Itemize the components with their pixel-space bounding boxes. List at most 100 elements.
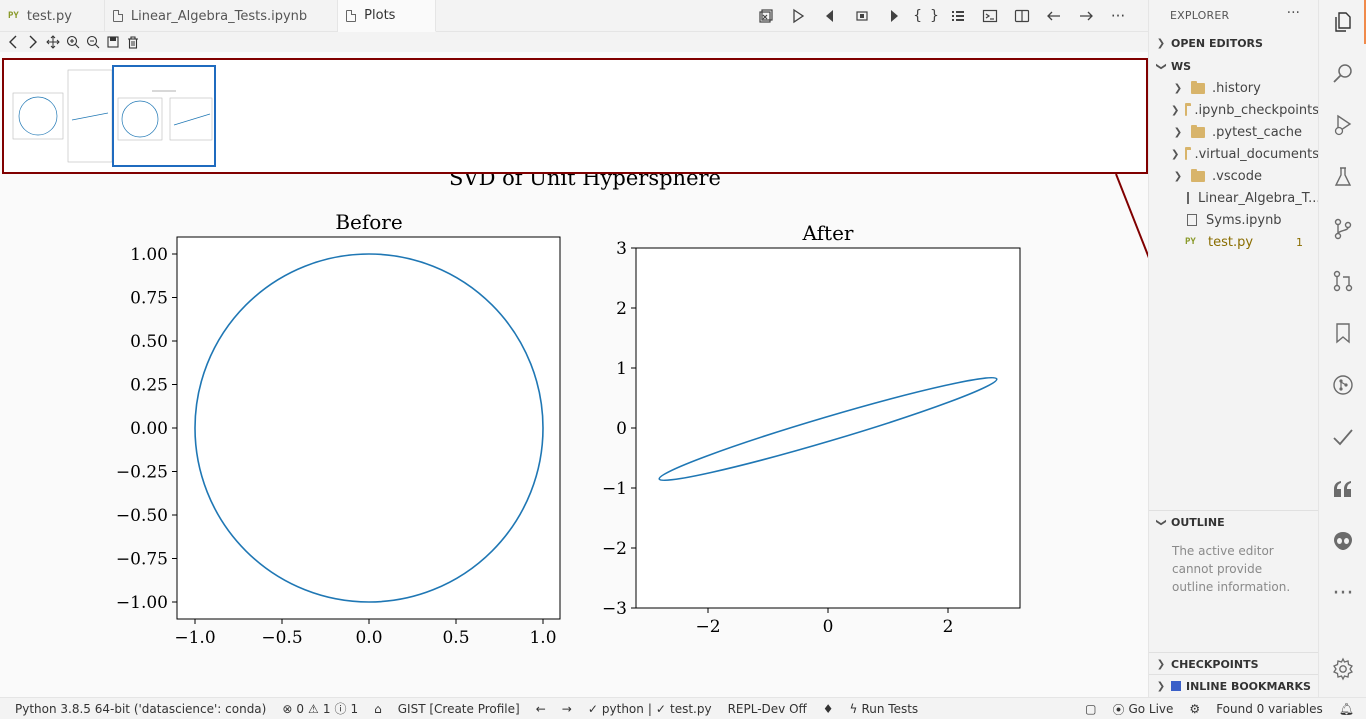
- after-axes: After 3 2 1 0 −1 −2 −3 −2 0 2: [602, 221, 1021, 637]
- next-icon[interactable]: [878, 0, 910, 32]
- tree-item-label: Linear_Algebra_T...: [1198, 190, 1319, 206]
- zoom-in-icon[interactable]: [64, 33, 82, 51]
- plot-thumbnail[interactable]: [10, 65, 113, 167]
- repl-status[interactable]: REPL-Dev Off: [720, 698, 815, 719]
- tab-label: test.py: [26, 8, 72, 24]
- delete-trash-icon[interactable]: [124, 33, 142, 51]
- tree-item-ipynb-checkpoints[interactable]: ❯ .ipynb_checkpoints: [1149, 99, 1319, 121]
- save-icon[interactable]: [104, 33, 122, 51]
- gist-label: GIST [Create Profile]: [397, 701, 520, 716]
- tree-item-test-py[interactable]: PY test.py 1: [1149, 231, 1319, 253]
- more-icon[interactable]: ···: [1319, 571, 1366, 615]
- settings-gear-icon[interactable]: ⚙: [1181, 698, 1208, 719]
- chevron-down-icon: ❯: [1155, 61, 1167, 71]
- run-debug-icon[interactable]: [1319, 103, 1366, 147]
- tree-item-pytest-cache[interactable]: ❯ .pytest_cache: [1149, 121, 1319, 143]
- tab-label: Linear_Algebra_Tests.ipynb: [130, 8, 308, 24]
- chevron-right-icon: ❯: [1173, 82, 1183, 94]
- more-actions-icon[interactable]: ···: [1287, 5, 1300, 21]
- go-back-icon[interactable]: [1038, 0, 1070, 32]
- x-tick-label: −0.5: [261, 628, 302, 648]
- x-tick-label: 0.5: [442, 628, 469, 648]
- tree-item-label: Syms.ipynb: [1206, 212, 1282, 228]
- alien-icon[interactable]: [1319, 519, 1366, 563]
- variables-status[interactable]: Found 0 variables: [1208, 698, 1331, 719]
- outline-empty-message: The active editor cannot provide outline…: [1172, 544, 1291, 594]
- go-forward-icon[interactable]: →: [554, 698, 580, 719]
- tree-item-virtual-documents[interactable]: ❯ .virtual_documents: [1149, 143, 1319, 165]
- go-live-status[interactable]: ⦿ Go Live: [1104, 698, 1181, 719]
- python-interpreter-status[interactable]: Python 3.8.5 64-bit ('datascience': cond…: [0, 698, 274, 719]
- after-plot-frame: [635, 247, 1021, 609]
- file-icon: [346, 9, 357, 22]
- outline-section[interactable]: ❯ OUTLINE: [1149, 511, 1319, 533]
- todo-check-icon[interactable]: [1319, 415, 1366, 459]
- tab-linear-algebra-notebook[interactable]: Linear_Algebra_Tests.ipynb: [105, 0, 339, 32]
- bookmarks-icon[interactable]: [1319, 311, 1366, 355]
- status-bar-right: ▢ ⦿ Go Live ⚙ Found 0 variables 🔔︎: [1077, 698, 1366, 719]
- file-label: test.py: [669, 701, 712, 716]
- stop-icon[interactable]: [846, 0, 878, 32]
- file-icon: [112, 10, 123, 22]
- chevron-right-icon: ❯: [1171, 148, 1180, 160]
- terminal-box-icon[interactable]: ▢: [1077, 698, 1104, 719]
- variables-label: Found 0 variables: [1216, 702, 1323, 716]
- workspace-section[interactable]: ❯ WS: [1149, 55, 1319, 77]
- x-tick-label: −1.0: [174, 628, 215, 648]
- explorer-icon[interactable]: [1319, 0, 1366, 44]
- annotation-arrow-line: [1115, 173, 1148, 259]
- clear-all-icon[interactable]: [750, 0, 782, 32]
- split-editor-icon[interactable]: [1006, 0, 1038, 32]
- tree-item-linear-algebra-notebook[interactable]: Linear_Algebra_T...: [1149, 187, 1319, 209]
- error-icon: ⊗: [282, 701, 293, 716]
- search-icon[interactable]: [1319, 51, 1366, 95]
- chevron-left-icon[interactable]: [4, 33, 22, 51]
- previous-icon[interactable]: [814, 0, 846, 32]
- open-editors-section[interactable]: ❯ OPEN EDITORS: [1149, 32, 1319, 54]
- chevron-right-icon[interactable]: [24, 33, 42, 51]
- folder-icon: [1185, 146, 1192, 160]
- warning-icon: ⚠: [308, 701, 319, 716]
- tab-plots[interactable]: Plots: [338, 0, 437, 32]
- plot-thumbnail-selected[interactable]: [112, 65, 216, 167]
- check-icon: ✓: [655, 701, 666, 716]
- plots-toolbar: [4, 33, 142, 51]
- run-tests-status[interactable]: ϟ Run Tests: [842, 698, 927, 719]
- go-live-label: Go Live: [1128, 702, 1174, 716]
- tree-item-syms-notebook[interactable]: Syms.ipynb: [1149, 209, 1319, 231]
- zoom-out-icon[interactable]: [84, 33, 102, 51]
- notification-bell-icon[interactable]: 🔔︎: [1331, 698, 1366, 719]
- terminal-icon[interactable]: [974, 0, 1006, 32]
- y-tick-label: 1.00: [130, 245, 168, 265]
- chevron-right-icon: ❯: [1156, 658, 1166, 670]
- gist-status[interactable]: GIST [Create Profile]: [390, 698, 528, 719]
- quote-icon[interactable]: [1319, 467, 1366, 511]
- home-icon[interactable]: ⌂: [366, 698, 390, 719]
- problems-status[interactable]: ⊗ 0 ⚠ 1 ⓘ 1: [274, 698, 366, 719]
- go-forward-icon[interactable]: [1070, 0, 1102, 32]
- tree-item-vscode[interactable]: ❯ .vscode: [1149, 165, 1319, 187]
- file-icon: [1187, 192, 1189, 204]
- testing-icon[interactable]: [1319, 155, 1366, 199]
- tab-test-py[interactable]: PY test.py: [0, 0, 105, 32]
- git-graph-icon[interactable]: [1319, 363, 1366, 407]
- pan-move-icon[interactable]: [44, 33, 62, 51]
- braces-icon[interactable]: { }: [910, 0, 942, 32]
- plot-thumbnail-strip: [2, 58, 1148, 174]
- tree-item-history[interactable]: ❯ .history: [1149, 77, 1319, 99]
- pin-icon[interactable]: ♦: [815, 698, 842, 719]
- go-back-icon[interactable]: ←: [528, 698, 554, 719]
- problem-count-badge: 1: [1296, 235, 1303, 249]
- pull-request-icon[interactable]: [1319, 259, 1366, 303]
- before-title: Before: [335, 210, 402, 234]
- list-icon[interactable]: [942, 0, 974, 32]
- folder-icon: [1191, 124, 1205, 138]
- more-actions-icon[interactable]: ···: [1102, 0, 1134, 32]
- checkpoints-section[interactable]: ❯ CHECKPOINTS: [1149, 653, 1319, 675]
- source-control-icon[interactable]: [1319, 207, 1366, 251]
- settings-gear-icon[interactable]: [1319, 647, 1366, 691]
- before-y-ticks: 1.00 0.75 0.50 0.25 0.00 −0.25 −0.50 −0.75 −1.00: [116, 245, 177, 613]
- language-check-status[interactable]: ✓ python | ✓ test.py: [580, 698, 720, 719]
- run-icon[interactable]: [782, 0, 814, 32]
- inline-bookmarks-section[interactable]: ❯ INLINE BOOKMARKS: [1149, 675, 1319, 697]
